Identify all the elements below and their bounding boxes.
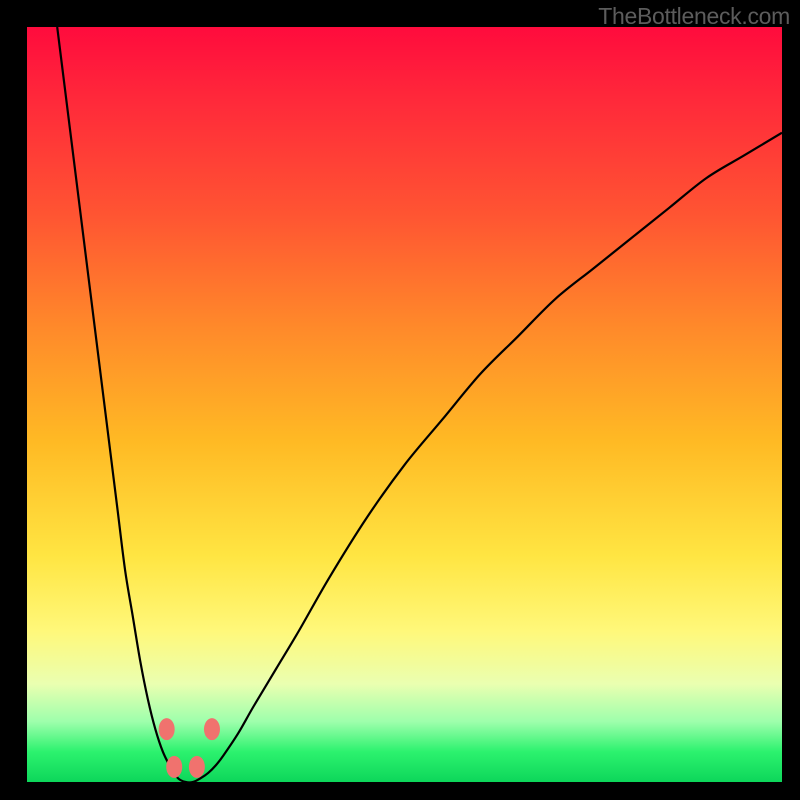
- trough-markers: [159, 718, 220, 778]
- watermark-text: TheBottleneck.com: [598, 3, 790, 30]
- plot-area: [27, 27, 782, 782]
- curve-line: [57, 27, 782, 782]
- trough-marker: [166, 756, 182, 778]
- trough-marker: [204, 718, 220, 740]
- trough-marker: [189, 756, 205, 778]
- chart-frame: TheBottleneck.com: [0, 0, 800, 800]
- trough-marker: [159, 718, 175, 740]
- bottleneck-curve: [27, 27, 782, 782]
